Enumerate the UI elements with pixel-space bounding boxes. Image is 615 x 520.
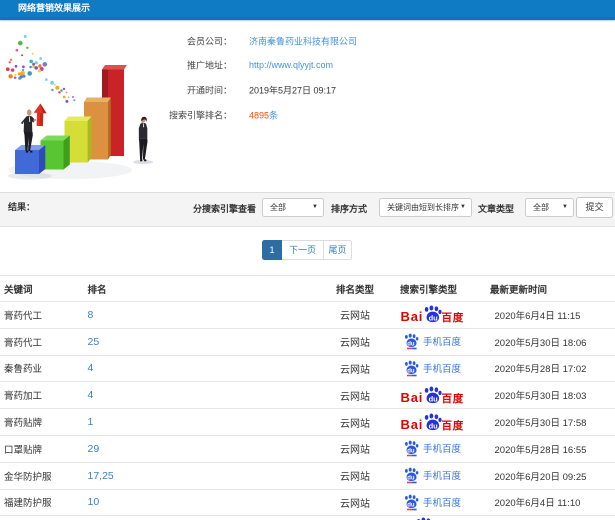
svg-text:百度: 百度 <box>442 419 465 432</box>
svg-text:手机百度: 手机百度 <box>423 497 462 509</box>
svg-text:du: du <box>407 341 415 347</box>
svg-text:du: du <box>407 475 415 481</box>
svg-text:Bai: Bai <box>401 417 424 432</box>
svg-text:百度: 百度 <box>442 311 465 324</box>
svg-text:百度: 百度 <box>442 392 465 405</box>
svg-text:手机百度: 手机百度 <box>423 336 462 348</box>
svg-text:du: du <box>429 421 439 430</box>
svg-text:du: du <box>429 314 439 323</box>
svg-text:du: du <box>407 502 415 508</box>
svg-text:手机百度: 手机百度 <box>423 444 462 456</box>
svg-text:du: du <box>429 394 439 403</box>
svg-text:Bai: Bai <box>401 309 424 324</box>
svg-text:Bai: Bai <box>401 390 424 405</box>
svg-text:du: du <box>407 449 415 455</box>
svg-text:du: du <box>407 368 415 374</box>
svg-text:手机百度: 手机百度 <box>423 363 462 375</box>
svg-text:手机百度: 手机百度 <box>423 470 462 482</box>
